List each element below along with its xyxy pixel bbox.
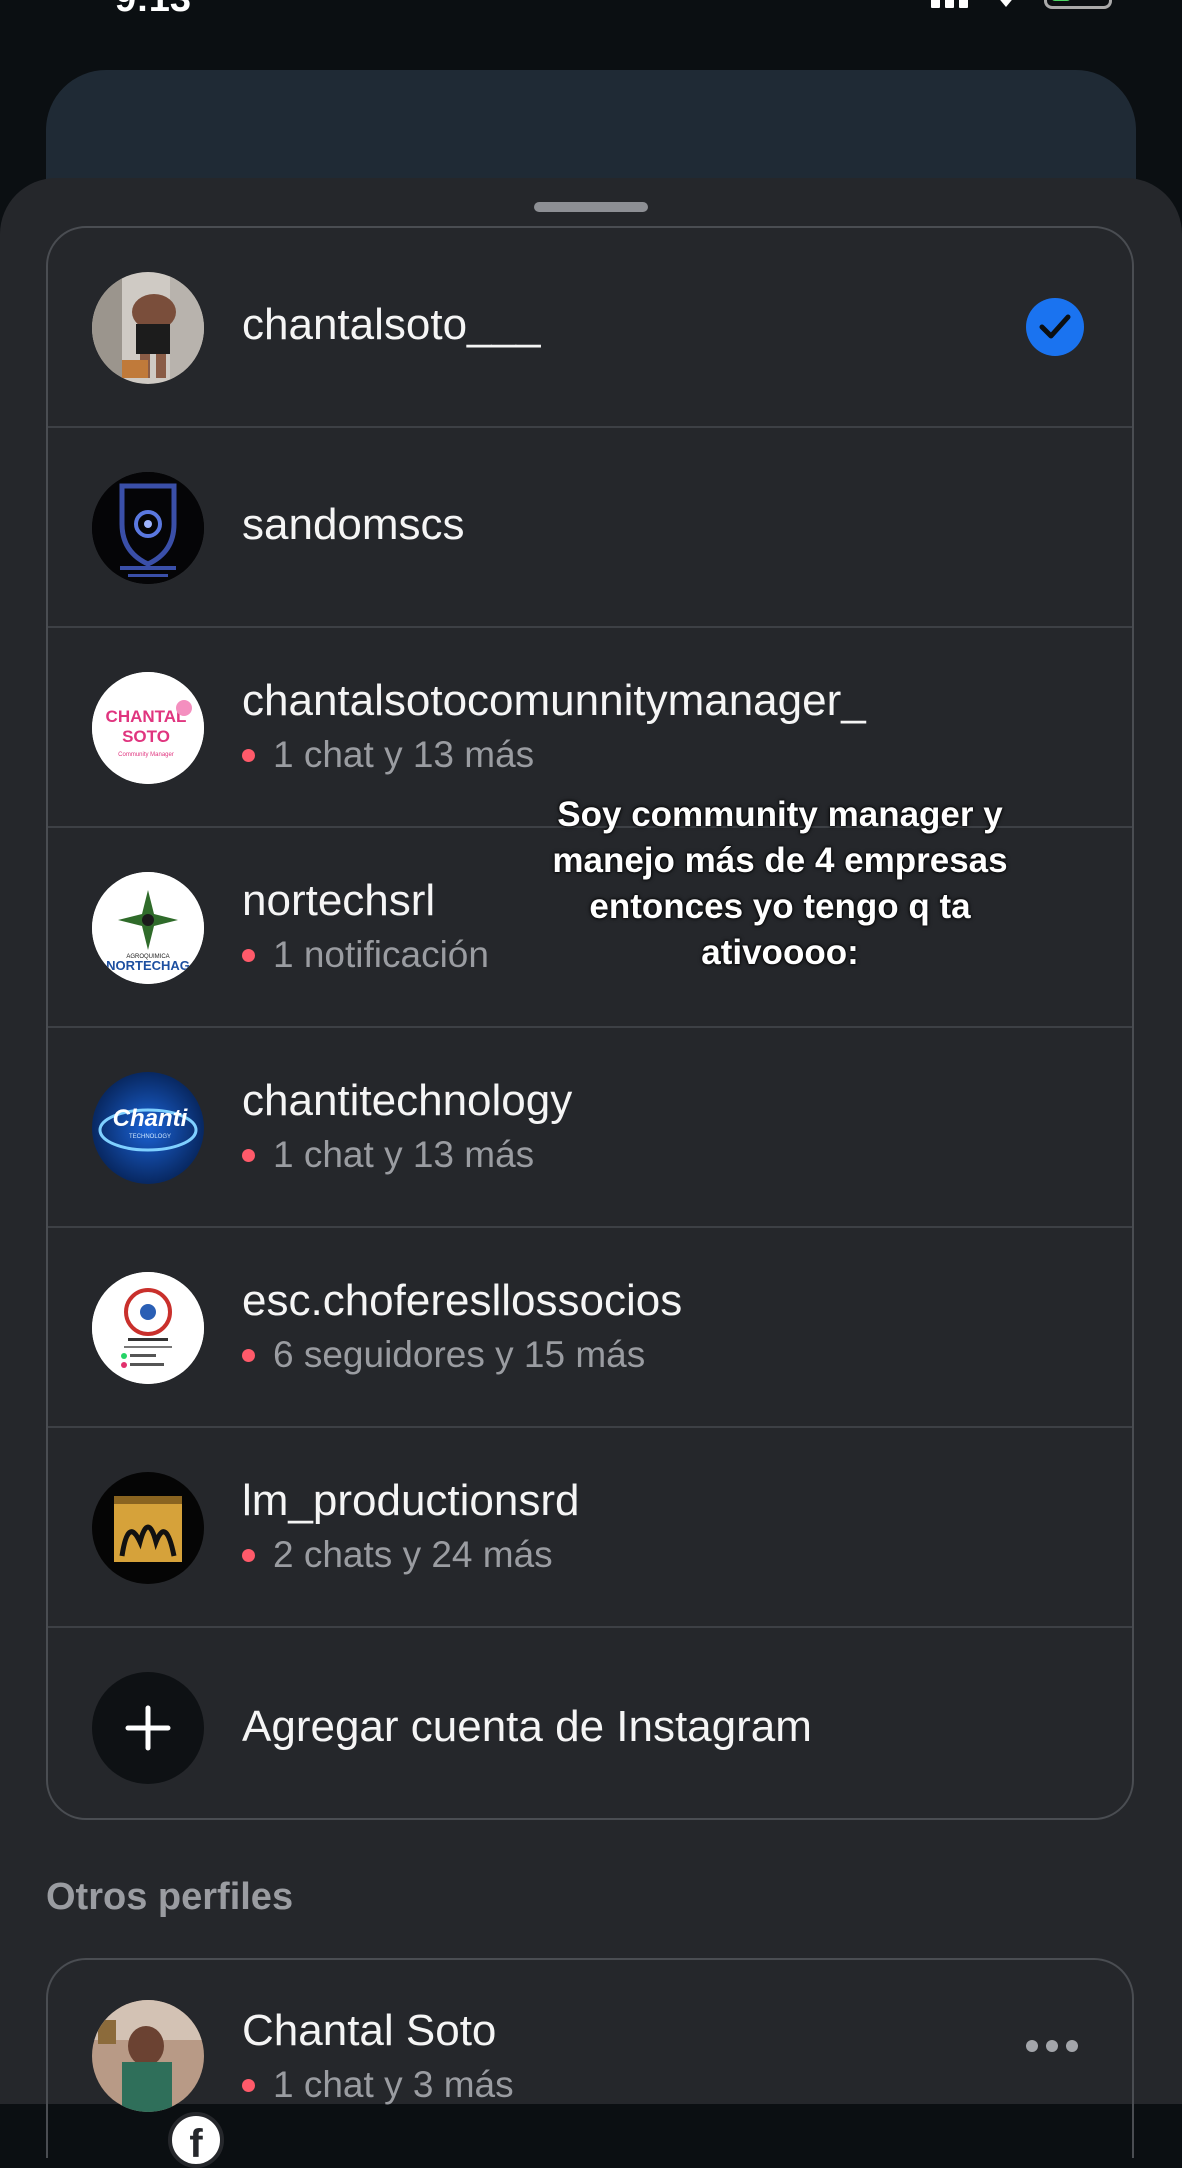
status-icons	[931, 0, 1112, 9]
account-username: chantalsoto___	[242, 300, 541, 349]
account-activity-text: 2 chats y 24 más	[273, 1534, 553, 1575]
logo-text: CHANTAL	[106, 707, 187, 726]
avatar	[92, 1272, 204, 1384]
account-activity: 6 seguidores y 15 más	[242, 1334, 682, 1376]
logo-text: Community Manager	[118, 752, 174, 758]
logo-text: Chanti	[113, 1105, 189, 1132]
account-username: esc.choferesllossocios	[242, 1276, 683, 1325]
avatar	[92, 1472, 204, 1584]
add-instagram-account-button[interactable]: Agregar cuenta de Instagram	[48, 1628, 1132, 1818]
status-bar: 9:13	[0, 0, 1182, 20]
unread-dot-icon	[242, 948, 255, 962]
profile-activity-text: 1 chat y 3 más	[273, 2064, 514, 2105]
logo-text: TECHNOLOGY	[129, 1134, 171, 1140]
account-activity: 1 chat y 13 más	[242, 734, 866, 776]
signal-icon	[931, 0, 968, 8]
unread-dot-icon	[242, 2078, 255, 2092]
logo-text: NORTECHAG	[106, 958, 190, 973]
avatar	[92, 2000, 204, 2112]
avatar: CHANTAL SOTO Community Manager	[92, 672, 204, 784]
facebook-icon: f	[168, 2112, 224, 2168]
unread-dot-icon	[242, 1148, 255, 1162]
avatar: AGROQUIMICA NORTECHAG	[92, 872, 204, 984]
unread-dot-icon	[242, 1348, 255, 1362]
account-activity-text: 1 notificación	[273, 934, 489, 975]
account-row-sandomscs[interactable]: sandomscs	[48, 428, 1132, 628]
other-profiles-heading: Otros perfiles	[46, 1876, 294, 1918]
account-activity-text: 6 seguidores y 15 más	[273, 1334, 646, 1375]
battery-icon	[1044, 0, 1112, 9]
account-username: lm_productionsrd	[242, 1476, 580, 1525]
avatar	[92, 272, 204, 384]
account-username: sandomscs	[242, 500, 465, 549]
account-switcher-sheet: chantalsoto___ sandomscs CHANTAL SOTO Co…	[0, 178, 1182, 2168]
more-options-icon[interactable]	[1026, 2040, 1078, 2052]
accounts-list: chantalsoto___ sandomscs CHANTAL SOTO Co…	[46, 226, 1134, 1820]
status-time: 9:13	[115, 0, 191, 21]
logo-text: SOTO	[122, 727, 170, 746]
unread-dot-icon	[242, 1548, 255, 1562]
account-activity: 1 chat y 13 más	[242, 1134, 572, 1176]
plus-icon	[92, 1672, 204, 1784]
account-row-chantitechnology[interactable]: Chanti TECHNOLOGY chantitechnology 1 cha…	[48, 1028, 1132, 1228]
account-username: chantalsotocomunnitymanager_	[242, 676, 866, 725]
wifi-icon	[996, 0, 1016, 7]
account-activity: 2 chats y 24 más	[242, 1534, 580, 1576]
video-caption-overlay: Soy community manager y manejo más de 4 …	[552, 795, 1008, 972]
account-activity: 1 notificación	[242, 934, 489, 976]
unread-dot-icon	[242, 748, 255, 762]
account-username: nortechsrl	[242, 876, 436, 925]
selected-check-icon	[1026, 298, 1084, 356]
account-activity-text: 1 chat y 13 más	[273, 1134, 535, 1175]
drag-handle[interactable]	[534, 202, 648, 212]
account-row-esc-choferes[interactable]: esc.choferesllossocios 6 seguidores y 15…	[48, 1228, 1132, 1428]
add-account-label: Agregar cuenta de Instagram	[242, 1702, 812, 1751]
account-row-chantalsoto[interactable]: chantalsoto___	[48, 228, 1132, 428]
account-row-lm-productionsrd[interactable]: lm_productionsrd 2 chats y 24 más	[48, 1428, 1132, 1628]
profile-name: Chantal Soto	[242, 2006, 497, 2055]
account-username: chantitechnology	[242, 1076, 573, 1125]
profile-activity: 1 chat y 3 más	[242, 2064, 514, 2106]
account-activity-text: 1 chat y 13 más	[273, 734, 535, 775]
other-profile-row[interactable]: f Chantal Soto 1 chat y 3 más	[46, 1958, 1134, 2168]
avatar	[92, 472, 204, 584]
avatar: Chanti TECHNOLOGY	[92, 1072, 204, 1184]
